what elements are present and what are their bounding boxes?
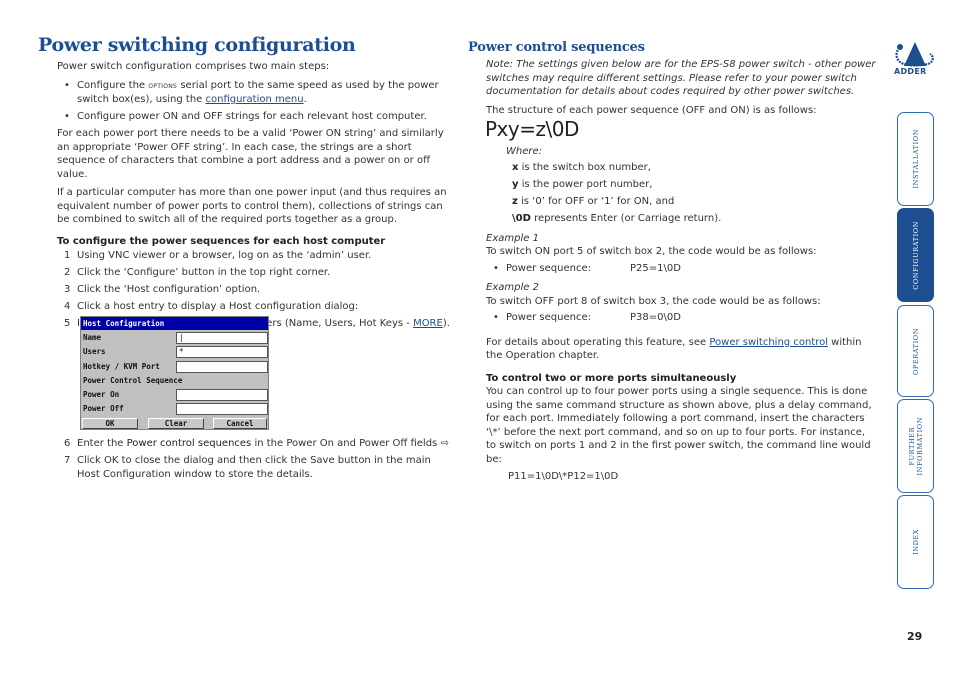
options-term: options (148, 80, 178, 91)
step-item: 6 Enter the Power control sequences in th… (64, 438, 449, 449)
step-item: 7 Click OK to close the dialog and then c… (64, 455, 431, 480)
step-item: 3 Click the ‘Host configuration’ option. (64, 284, 261, 295)
where-item: y is the power port number, (512, 179, 653, 190)
where-item: \0D represents Enter (or Carriage return… (512, 213, 722, 224)
details-text: For details about operating this feature… (486, 336, 862, 362)
host-configuration-dialog: Host Configuration Name | Users * Hotkey… (80, 316, 269, 430)
where-item: x is the switch box number, (512, 162, 651, 173)
section-title: Power control sequences (468, 40, 645, 55)
page-number: 29 (907, 630, 923, 643)
power-control-sequences-term: Power control sequences (126, 438, 252, 449)
example1-sequence: Power sequence:P25=1\0D (486, 262, 878, 276)
step-item: 2 Click the ‘Configure’ button in the top… (64, 267, 331, 278)
procedure-heading: To configure the power sequences for eac… (57, 235, 386, 247)
configuration-menu-link[interactable]: configuration menu (205, 94, 303, 105)
dialog-title: Host Configuration (81, 317, 268, 330)
power-off-field[interactable] (176, 403, 268, 415)
users-field[interactable]: * (176, 346, 268, 358)
tab-operation[interactable]: OPERATION (897, 305, 934, 397)
where-item: z is ‘0’ for OFF or ‘1’ for ON, and (512, 196, 675, 207)
power-off-label: Power Off (83, 404, 124, 413)
bullet-item: Configure power ON and OFF strings for e… (57, 110, 452, 124)
clear-button[interactable]: Clear (148, 418, 204, 429)
sequence-formula: Pxy=z\0D (485, 117, 579, 141)
tab-installation[interactable]: INSTALLATION (897, 112, 934, 206)
power-switching-control-link[interactable]: Power switching control (709, 337, 828, 348)
tab-further-information[interactable]: FURTHER INFORMATION (897, 399, 934, 493)
power-on-label: Power On (83, 390, 120, 399)
tab-index[interactable]: INDEX (897, 495, 934, 589)
step-item: 4 Click a host entry to display a Host co… (64, 301, 359, 312)
intro-text: Power switch configuration comprises two… (57, 61, 330, 72)
example2-label: Example 2 (486, 282, 539, 293)
multi-code: P11=1\0D\*P12=1\0D (508, 471, 619, 482)
left-column: Power switch configuration comprises two… (57, 60, 452, 334)
right-column: Note: The settings given below are for t… (485, 58, 878, 484)
power-on-field[interactable] (176, 389, 268, 401)
users-label: Users (83, 347, 106, 356)
ok-button[interactable]: OK (82, 418, 138, 429)
hotkey-field[interactable] (176, 361, 268, 373)
power-section-label: Power Control Sequence (83, 376, 183, 385)
example1-text: To switch ON port 5 of switch box 2, the… (486, 246, 817, 257)
example1-label: Example 1 (486, 232, 539, 244)
steps-list: Configure the options serial port to the… (57, 79, 452, 124)
structure-text: The structure of each power sequence (OF… (486, 104, 817, 116)
multi-text: You can control up to four power ports u… (486, 386, 872, 465)
note-text: Note: The settings given below are for t… (486, 59, 876, 97)
hotkey-label: Hotkey / KVM Port (83, 362, 160, 371)
cancel-button[interactable]: Cancel (213, 418, 267, 429)
step-item: 1 Using VNC viewer or a browser, log on a… (64, 250, 372, 261)
page-title: Power switching configuration (38, 34, 356, 56)
paragraph: For each power port there needs to be a … (57, 128, 444, 180)
paragraph: If a particular computer has more than o… (57, 187, 447, 225)
multi-heading: To control two or more ports simultaneou… (486, 372, 737, 384)
where-label: Where: (506, 145, 543, 157)
name-label: Name (83, 333, 102, 342)
example2-sequence: Power sequence:P38=0\0D (486, 311, 878, 325)
name-field[interactable]: | (176, 332, 268, 344)
more-link[interactable]: MORE (413, 318, 443, 329)
bullet-item: Configure the options serial port to the… (57, 79, 452, 107)
tab-configuration[interactable]: CONFIGURATION (897, 208, 934, 302)
logo-text: ADDER (894, 67, 927, 76)
example2-text: To switch OFF port 8 of switch box 3, th… (486, 295, 821, 307)
later-steps: 6 Enter the Power control sequences in th… (57, 437, 452, 485)
